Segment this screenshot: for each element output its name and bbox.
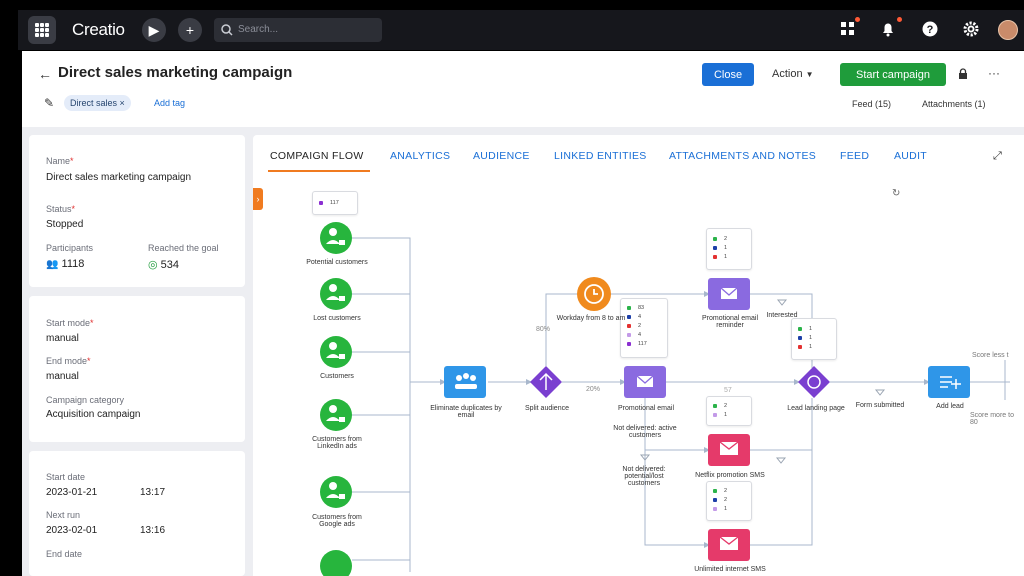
node-label: Lost customers	[313, 315, 361, 322]
condition-label: Score less t	[972, 352, 1009, 359]
node-label: Promotional email reminder	[701, 315, 759, 329]
node-label: Customers from Google ads	[312, 514, 362, 528]
audience-nodes	[320, 222, 970, 576]
audience-node-linkedin[interactable]	[320, 399, 352, 431]
split-audience-node[interactable]	[530, 366, 562, 398]
count-label: 57	[724, 387, 732, 394]
condition-label: Interested	[766, 312, 798, 319]
netflix-sms-node[interactable]	[708, 434, 750, 466]
landing-page-node[interactable]	[798, 366, 830, 398]
node-label: Potential customers	[306, 259, 368, 266]
node-label: Eliminate duplicates by email	[430, 405, 502, 419]
condition-label: Form submitted	[855, 402, 905, 409]
timer-node[interactable]	[577, 277, 611, 311]
node-label: Unlimited internet SMS	[694, 566, 766, 573]
reminder-email-node[interactable]	[708, 278, 750, 310]
audience-node-potential[interactable]	[320, 222, 352, 254]
node-label: Lead landing page	[787, 405, 845, 412]
condition-label: Score more to 80	[970, 412, 1014, 426]
audience-node-lost[interactable]	[320, 278, 352, 310]
condition-label: Not delivered: potential/lost customers	[622, 466, 666, 487]
audience-node-customers[interactable]	[320, 336, 352, 368]
promo-email-node[interactable]	[624, 366, 666, 398]
node-label: Add lead	[936, 403, 964, 410]
node-label: Customers from LinkedIn ads	[312, 436, 362, 450]
node-label: Netflix promotion SMS	[695, 472, 765, 479]
percent-label: 20%	[586, 386, 601, 393]
audience-node-google[interactable]	[320, 476, 352, 508]
node-label: Promotional email	[617, 405, 675, 412]
audience-node-partial[interactable]	[320, 550, 352, 576]
node-label: Split audience	[525, 405, 569, 412]
percent-label: 80%	[536, 326, 551, 333]
dedupe-node[interactable]	[444, 366, 486, 398]
add-lead-node[interactable]	[928, 366, 970, 398]
node-label: Workday from 8 to am	[556, 315, 626, 322]
condition-label: Not delivered: active customers	[613, 425, 677, 439]
node-label: Customers	[320, 373, 354, 380]
unlimited-sms-node[interactable]	[708, 529, 750, 561]
